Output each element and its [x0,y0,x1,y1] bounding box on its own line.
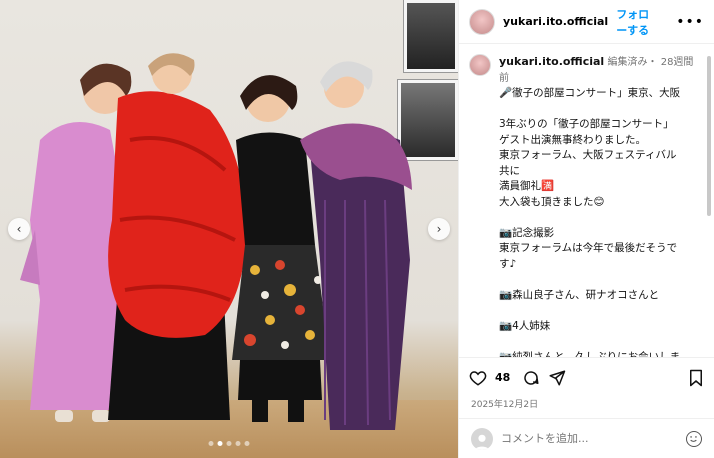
bookmark-button[interactable] [688,369,704,387]
comment-bar [459,418,714,458]
person-red-boa [108,53,246,420]
caption-line: 東京フォーラム、大阪フェスティバル [499,149,677,161]
caption-line: す♪ [499,257,517,270]
caption-line: 📷記念撮影 [499,226,555,239]
caption-line: 満員御礼🈵 [499,180,555,192]
chevron-right-icon: › [436,222,442,236]
comment-input[interactable] [501,432,678,445]
heart-icon [469,370,487,386]
caption-line [499,102,702,118]
user-silhouette-icon [474,434,490,450]
follow-button[interactable]: フォローする [616,6,658,38]
caption-line: 📷4人姉妹 [499,319,551,332]
caption-area: yukari.ito.official 編集済み・ 28週間前 🎤徹子の部屋コン… [459,44,714,357]
share-button[interactable] [548,369,566,387]
carousel-dot-active [217,441,223,446]
post-header: yukari.ito.official フォローする ••• [459,0,714,44]
post-date: 2025年12月2日 [471,400,539,410]
caption-line: 東京フォーラムは今年で最後だそうで [499,242,678,254]
post-actions: 48 [459,357,714,397]
caption-line: 📷森山良子さん、研ナオコさんと [499,288,660,301]
user-avatar [471,427,493,450]
more-dots-icon[interactable]: ••• [676,14,704,30]
caption-line: 🎤徹子の部屋コンサート」東京、大阪 [499,87,681,99]
carousel-dot [244,441,250,446]
emoji-icon[interactable] [686,430,702,447]
carousel-prev-button[interactable]: ‹ [8,218,30,240]
caption-avatar[interactable] [469,54,491,76]
post-photo[interactable]: ‹ › [0,0,458,458]
caption-line: 3年ぶりの「徹子の部屋コンサート」 [499,118,674,130]
like-count: 48 [495,371,511,384]
carousel-dot [235,441,241,446]
carousel-dot [226,441,232,446]
caption-line [499,334,702,350]
caption-line: 共に [499,164,520,177]
like-button[interactable] [469,369,487,387]
caption-line: 大入袋も頂きました😊 [499,195,605,208]
bookmark-icon [690,369,702,386]
caption-lines: 🎤徹子の部屋コンサート」東京、大阪 3年ぶりの「徹子の部屋コンサート」 ゲスト出演… [499,86,702,357]
person-floral-skirt [232,75,330,422]
caption-line: ゲスト出演無事終わりました。 [499,133,646,146]
caption-line: 📷純烈さんと。久しぶりにお会いしま [499,350,681,358]
caption-line [499,272,702,288]
comment-icon [524,370,539,385]
post-side-panel: yukari.ito.official フォローする ••• yukari.it… [458,0,714,458]
comment-button[interactable] [522,369,540,387]
caption-text: yukari.ito.official 編集済み・ 28週間前 🎤徹子の部屋コン… [499,54,702,357]
chevron-left-icon: ‹ [16,222,22,236]
author-username[interactable]: yukari.ito.official [503,15,608,28]
carousel-dot [208,441,214,446]
caption-scrollbar[interactable] [707,56,711,216]
instagram-post-view: ‹ › yukari.ito.official フォローする ••• yukar… [0,0,714,458]
caption-username[interactable]: yukari.ito.official [499,55,604,68]
caption-line [499,303,702,319]
carousel-next-button[interactable]: › [428,218,450,240]
carousel-indicator [208,441,250,446]
send-icon [549,370,566,385]
caption-line [499,210,702,226]
photo-subjects [20,53,412,430]
author-avatar[interactable] [469,8,495,35]
